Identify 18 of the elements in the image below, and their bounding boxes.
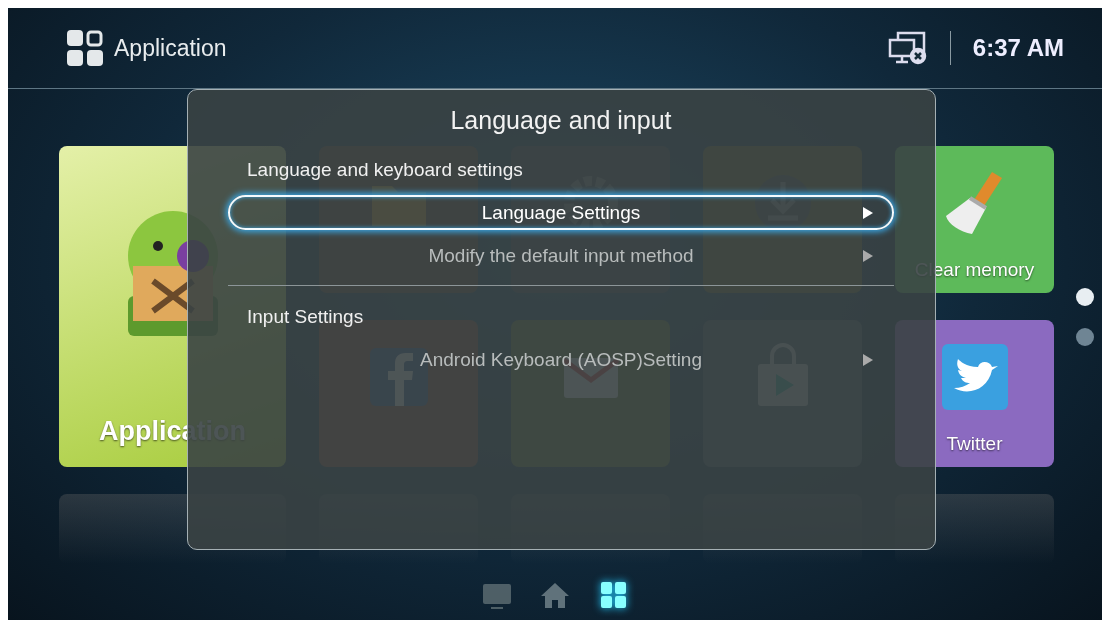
page-indicator-dot[interactable] [1076, 288, 1094, 306]
page-indicator-dot[interactable] [1076, 328, 1094, 346]
clock-time: 6:37 AM [972, 34, 1064, 62]
section-heading: Input Settings [246, 306, 365, 328]
monitor-x-icon [887, 31, 928, 65]
arrow-right-icon [863, 353, 873, 366]
settings-item[interactable]: Android Keyboard (AOSP)Setting [228, 342, 894, 377]
apps-grid-icon [66, 29, 104, 67]
arrow-right-icon [863, 249, 873, 262]
settings-item[interactable]: Language Settings [228, 195, 894, 230]
bird-icon [939, 342, 1010, 412]
section-heading: Language and keyboard settings [246, 159, 524, 181]
arrow-right-icon [863, 206, 873, 219]
settings-item[interactable]: Modify the default input method [228, 238, 894, 273]
header-title: Application [114, 34, 227, 62]
home-icon [539, 580, 571, 610]
tile-label: Twitter [946, 433, 1003, 455]
dialog-title: Language and input [449, 106, 673, 135]
